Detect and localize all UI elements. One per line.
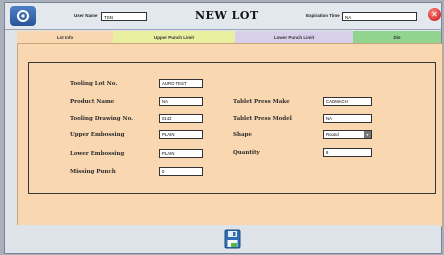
user-name-field[interactable]: TSN	[101, 12, 147, 21]
app-frame: User Name TSN NEW LOT Expiration Time NA…	[0, 0, 444, 255]
tab-die[interactable]: Die	[353, 31, 441, 43]
close-button[interactable]: ✕	[428, 8, 441, 21]
shape-label: Shape	[233, 132, 252, 138]
upper-embossing-label: Upper Embossing	[70, 132, 125, 138]
tooling-lot-no-label: Tooling Lot No.	[70, 81, 118, 87]
lot-info-content: Tooling Lot No. AURO TEST Product Name N…	[17, 43, 443, 227]
tooling-drawing-no-field[interactable]: 0142	[159, 114, 203, 123]
main-window: User Name TSN NEW LOT Expiration Time NA…	[4, 2, 444, 254]
footer	[5, 225, 441, 253]
lower-embossing-field[interactable]: PLAIN	[159, 149, 203, 158]
missing-punch-label: Missing Punch	[70, 169, 116, 175]
tooling-lot-no-field[interactable]: AURO TEST	[159, 79, 203, 88]
save-icon	[224, 229, 241, 249]
tab-bar: Lot Info Upper Punch Limit Lower Punch L…	[17, 31, 444, 43]
save-button[interactable]	[224, 229, 241, 249]
user-name-label: User Name	[74, 13, 98, 18]
dropdown-arrow-icon[interactable]: ▾	[364, 131, 371, 138]
tab-upper-punch-limit[interactable]: Upper Punch Limit	[113, 31, 235, 43]
tablet-press-model-label: Tablet Press Model	[233, 116, 292, 122]
shape-value: Round	[326, 132, 339, 137]
header-bar: User Name TSN NEW LOT Expiration Time NA…	[5, 3, 441, 30]
product-name-field[interactable]: NA	[159, 97, 203, 106]
tab-lower-punch-limit[interactable]: Lower Punch Limit	[235, 31, 353, 43]
tablet-press-make-label: Tablet Press Make	[233, 99, 290, 105]
app-logo-icon	[10, 6, 36, 26]
missing-punch-field[interactable]: 0	[159, 167, 203, 176]
quantity-field[interactable]: 8	[323, 148, 372, 157]
upper-embossing-field[interactable]: PLAIN	[159, 130, 203, 139]
lot-info-panel: Tooling Lot No. AURO TEST Product Name N…	[28, 62, 436, 194]
tablet-press-make-field[interactable]: CADMACH	[323, 97, 372, 106]
quantity-label: Quantity	[233, 150, 260, 156]
close-icon: ✕	[431, 10, 438, 19]
tab-lot-info[interactable]: Lot Info	[17, 31, 113, 43]
tablet-press-model-field[interactable]: NA	[323, 114, 372, 123]
expiration-time-field[interactable]: NA	[342, 12, 417, 21]
page-title: NEW LOT	[195, 9, 259, 22]
shape-dropdown[interactable]: Round ▾	[323, 130, 372, 139]
tooling-drawing-no-label: Tooling Drawing No.	[70, 116, 134, 122]
lower-embossing-label: Lower Embossing	[70, 151, 125, 157]
expiration-time-label: Expiration Time	[306, 13, 340, 18]
product-name-label: Product Name	[70, 99, 115, 105]
